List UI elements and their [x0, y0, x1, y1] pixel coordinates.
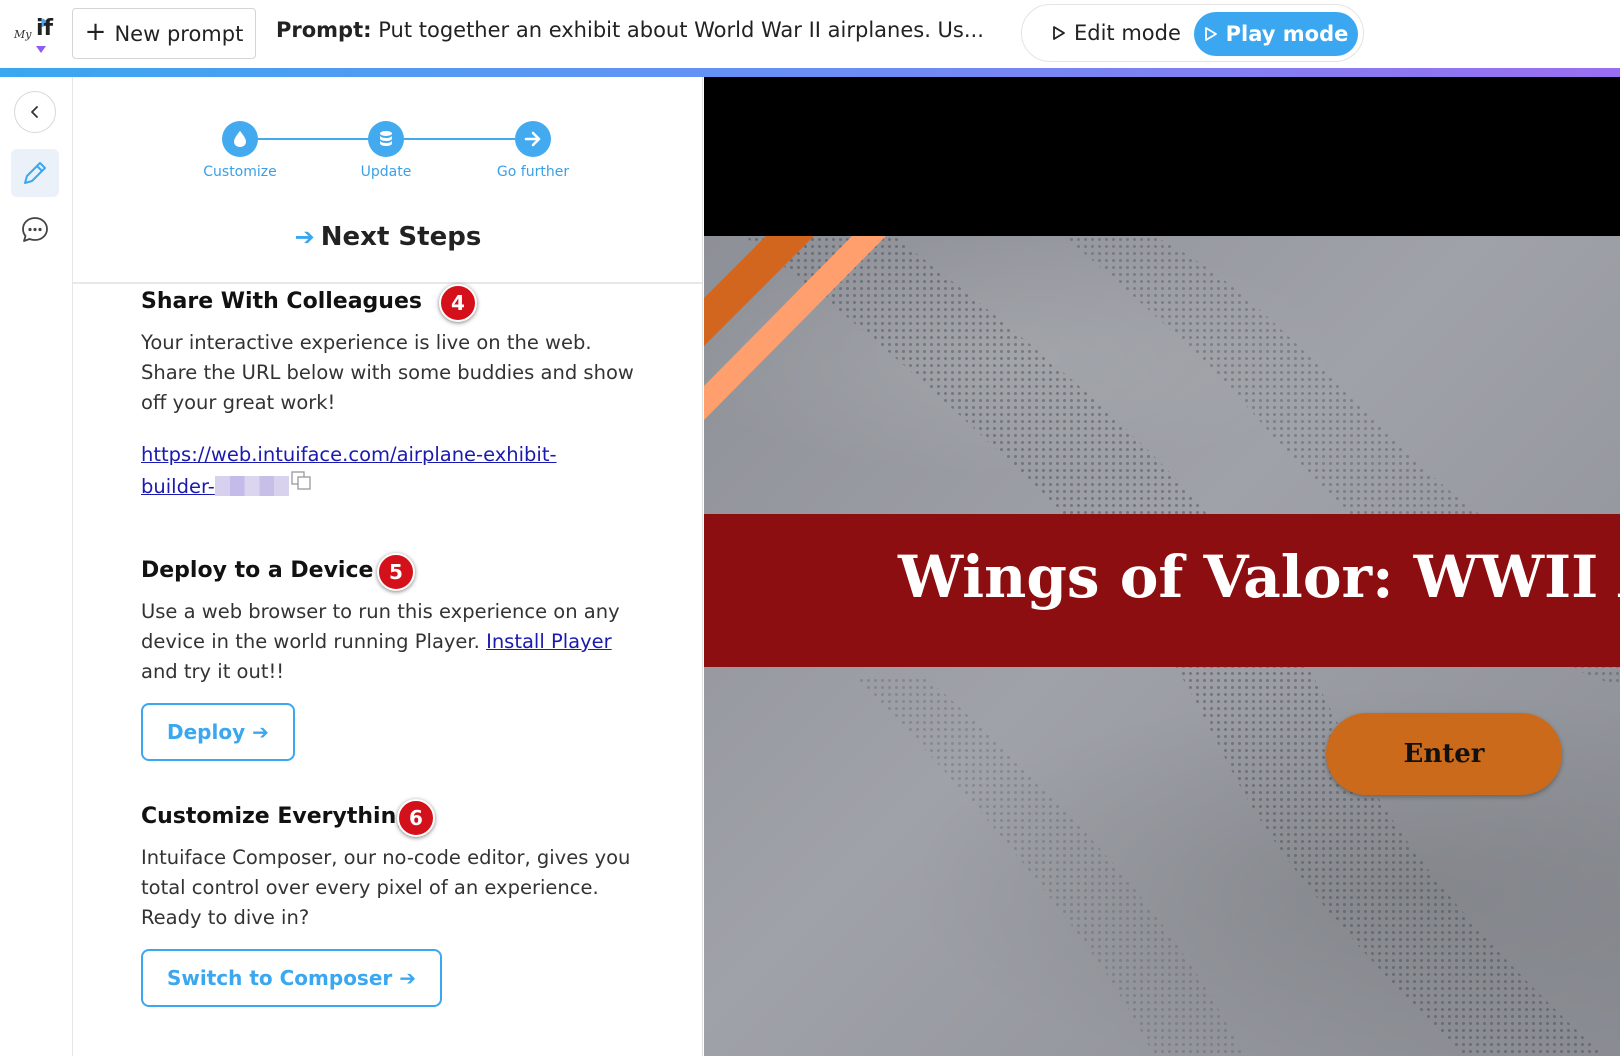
myif-logo[interactable]: My if: [14, 16, 58, 53]
logo-my-text: My: [14, 28, 32, 41]
panel-divider: [73, 282, 702, 284]
step-badge-4: 4: [439, 284, 477, 322]
play-outline-icon: [1053, 26, 1065, 40]
left-rail: [0, 77, 73, 1056]
top-bar: My if + New prompt Prompt: Put together …: [0, 0, 1620, 68]
step-dot: [222, 121, 258, 157]
chat-button[interactable]: [14, 209, 56, 251]
play-mode-button[interactable]: Play mode: [1194, 12, 1358, 56]
next-steps-panel: Customize Update Go further ➔ Next Steps …: [73, 77, 703, 1056]
step-dot: [368, 121, 404, 157]
edit-mode-label: Edit mode: [1074, 21, 1181, 45]
deploy-heading: Deploy to a Device: [141, 558, 374, 583]
customize-body: Intuiface Composer, our no-code editor, …: [141, 846, 631, 929]
mode-toggle: Edit mode Play mode: [1021, 4, 1364, 62]
logo-triangle-purple: [36, 46, 46, 53]
step-customize[interactable]: Customize: [180, 121, 300, 180]
play-outline-icon: [1204, 27, 1217, 41]
customize-section: Customize Everything 6 Intuiface Compose…: [141, 799, 641, 1007]
new-prompt-label: New prompt: [114, 21, 244, 46]
step-label: Go further: [496, 164, 570, 180]
new-prompt-button[interactable]: + New prompt: [72, 8, 256, 59]
step-label: Update: [360, 164, 412, 180]
prompt-summary: Prompt: Put together an exhibit about Wo…: [276, 18, 984, 42]
share-url: https://web.intuiface.com/airplane-exhib…: [141, 440, 641, 502]
step-label: Customize: [203, 164, 277, 180]
customize-heading: Customize Everything: [141, 804, 412, 829]
edit-panel-button[interactable]: [11, 149, 59, 197]
redacted-id: [214, 476, 289, 496]
deploy-button[interactable]: Deploy ➔: [141, 703, 295, 761]
switch-to-composer-button[interactable]: Switch to Composer ➔: [141, 949, 442, 1007]
database-icon: [380, 131, 392, 146]
play-mode-label: Play mode: [1225, 22, 1349, 46]
step-badge-5: 5: [377, 553, 415, 591]
enter-button[interactable]: Enter: [1326, 713, 1562, 795]
panel-title-text: Next Steps: [320, 222, 482, 252]
header-gradient-divider: [0, 68, 1620, 77]
experience-preview: Wings of Valor: WWII Air M Enter: [704, 77, 1620, 1056]
chat-bubble-icon: [22, 217, 48, 242]
install-player-link[interactable]: Install Player: [486, 630, 612, 653]
collapse-button[interactable]: [14, 91, 56, 133]
share-heading: Share With Colleagues: [141, 289, 422, 314]
progress-stepper: Customize Update Go further: [73, 77, 702, 207]
deploy-section: Deploy to a Device 5 Use a web browser t…: [141, 553, 641, 761]
chevron-left-icon: [31, 106, 38, 118]
arrow-right-icon: [524, 131, 541, 147]
arrow-right-icon: ➔: [294, 223, 315, 251]
pencil-icon: [24, 162, 46, 184]
step-update[interactable]: Update: [326, 121, 446, 180]
deploy-body: Use a web browser to run this experience…: [141, 600, 620, 683]
copy-icon[interactable]: [291, 470, 313, 500]
prompt-text: Put together an exhibit about World War …: [378, 18, 984, 42]
logo-if-text: if: [36, 16, 54, 41]
experience-title: Wings of Valor: WWII Air M: [898, 543, 1620, 611]
edit-mode-button[interactable]: Edit mode: [1052, 15, 1181, 51]
share-url-link[interactable]: https://web.intuiface.com/airplane-exhib…: [141, 443, 557, 498]
step-dot: [515, 121, 551, 157]
water-drop-icon: [234, 131, 246, 147]
share-section: Share With Colleagues 4 Your interactive…: [141, 284, 641, 502]
step-badge-6: 6: [397, 799, 435, 837]
step-go-further[interactable]: Go further: [473, 121, 593, 180]
panel-title: ➔ Next Steps: [73, 222, 702, 252]
plus-icon: +: [84, 17, 107, 47]
share-body: Your interactive experience is live on t…: [141, 331, 634, 414]
prompt-prefix: Prompt:: [276, 18, 372, 42]
